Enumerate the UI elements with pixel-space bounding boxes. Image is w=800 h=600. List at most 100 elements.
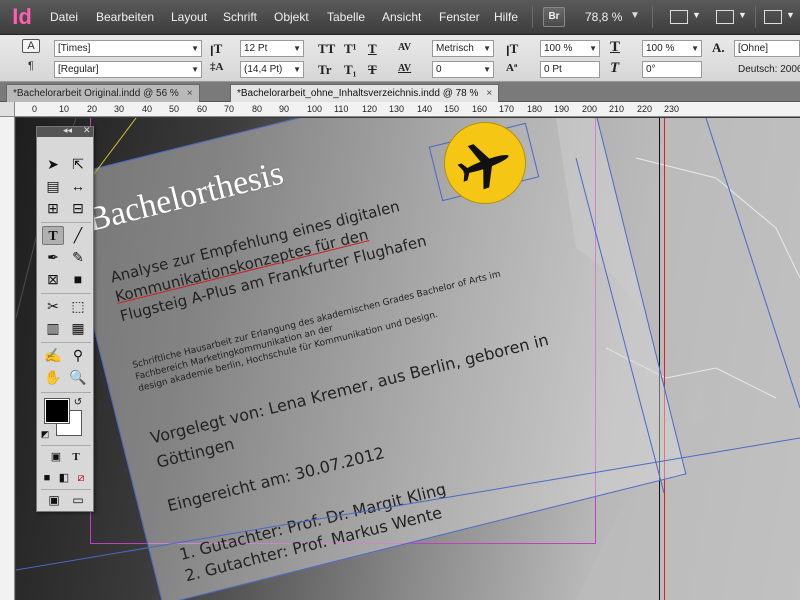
vertical-scale-field[interactable]: 100 % ▼ <box>540 40 600 57</box>
leading-field[interactable]: (14,4 Pt) ▼ <box>240 61 304 78</box>
menu-bearbeiten[interactable]: Bearbeiten <box>96 10 154 24</box>
fill-color-swatch[interactable] <box>44 398 70 424</box>
type-tool-icon[interactable]: T <box>42 226 64 245</box>
character-style-value: [Ohne] <box>738 43 769 54</box>
kerning-field[interactable]: Metrisch ▼ <box>432 40 494 57</box>
view-options-button[interactable]: ▼ <box>668 7 702 27</box>
rectangle-tool-icon[interactable]: ■ <box>67 270 89 289</box>
all-caps-button[interactable]: TT <box>318 41 335 57</box>
ruler-tick: 180 <box>527 104 543 114</box>
ruler-tick: 190 <box>554 104 570 114</box>
tools-panel-header[interactable]: ◂◂ ✕ <box>37 125 93 137</box>
horizontal-scale-value: 100 % <box>646 43 675 54</box>
content-placer-icon[interactable]: ⊟ <box>67 199 89 218</box>
apply-color-icon[interactable]: ■ <box>39 469 55 488</box>
zoom-dropdown-icon[interactable]: ▼ <box>630 10 640 21</box>
ruler-tick: 150 <box>444 104 460 114</box>
selection-tool-icon[interactable]: ➤ <box>42 155 64 174</box>
tracking-field[interactable]: 0 ▼ <box>432 61 494 78</box>
vertical-scale-value: 100 % <box>544 43 573 54</box>
formatting-text-icon[interactable]: T <box>65 448 87 467</box>
subscript-button[interactable]: T₁ <box>344 62 357 78</box>
zoom-level[interactable]: 78,8 % <box>585 10 622 24</box>
eyedropper-tool-icon[interactable]: ⚲ <box>67 346 89 365</box>
ruler-tick: 220 <box>637 104 653 114</box>
gradient-swatch-tool-icon[interactable]: ▥ <box>42 319 64 338</box>
swap-colors-icon[interactable]: ↺ <box>71 393 85 412</box>
kerning-icon: AV <box>398 42 412 53</box>
menu-hilfe[interactable]: Hilfe <box>494 10 518 24</box>
gradient-feather-tool-icon[interactable]: ▦ <box>67 319 89 338</box>
skew-value: 0° <box>646 64 656 75</box>
menu-tabelle[interactable]: Tabelle <box>327 10 365 24</box>
scissors-tool-icon[interactable]: ✂ <box>42 297 64 316</box>
paragraph-mode-icon[interactable]: ¶ <box>24 60 38 72</box>
menu-ansicht[interactable]: Ansicht <box>382 10 421 24</box>
tab-bachelorarbeit-ohne-inhaltsverzeichnis[interactable]: *Bachelorarbeit_ohne_Inhaltsverzeichnis.… <box>230 84 500 102</box>
apply-gradient-icon[interactable]: ◧ <box>56 469 72 488</box>
language-select[interactable]: Deutsch: 2006 <box>738 64 800 75</box>
note-tool-icon[interactable]: ✍ <box>42 346 64 365</box>
ruler-tick: 200 <box>582 104 598 114</box>
superscript-button[interactable]: T¹ <box>344 41 357 57</box>
font-size-field[interactable]: 12 Pt ▼ <box>240 40 304 57</box>
character-style-select[interactable]: [Ohne] <box>734 40 800 57</box>
pencil-tool-icon[interactable]: ✎ <box>67 248 89 267</box>
vertical-ruler[interactable] <box>0 102 15 600</box>
menu-datei[interactable]: Datei <box>50 10 78 24</box>
bridge-button[interactable]: Br <box>543 7 565 27</box>
tools-panel: ◂◂ ✕ ➤ ⇱ ▤ ↔ ⊞ ⊟ T ╱ ✒ ✎ ⊠ ■ ✂ ⬚ ▥ ▦ ✍ ⚲… <box>36 125 94 512</box>
close-icon[interactable]: × <box>187 88 193 99</box>
font-size-value: 12 Pt <box>244 43 268 54</box>
pen-tool-icon[interactable]: ✒ <box>42 248 64 267</box>
normal-view-mode-icon[interactable]: ▣ <box>43 491 65 510</box>
tool-separator <box>41 445 91 446</box>
gap-tool-icon[interactable]: ↔ <box>67 177 89 196</box>
font-style-select[interactable]: [Regular] ▼ <box>54 61 202 78</box>
free-transform-tool-icon[interactable]: ⬚ <box>67 297 89 316</box>
underline-button[interactable]: T <box>368 41 377 57</box>
ruler-tick: 50 <box>169 104 180 114</box>
menu-schrift[interactable]: Schrift <box>223 10 257 24</box>
pasteboard[interactable]: Bachelorthesis Analyse zur Empfehlung ei… <box>16 118 800 600</box>
menu-layout[interactable]: Layout <box>171 10 207 24</box>
font-style-value: [Regular] <box>58 64 99 75</box>
close-icon[interactable]: ✕ <box>83 125 91 136</box>
ruler-origin[interactable] <box>0 102 15 117</box>
screen-mode-icon[interactable]: ▭ <box>67 491 89 510</box>
rectangle-frame-tool-icon[interactable]: ⊠ <box>42 270 64 289</box>
ruler-tick: 60 <box>197 104 208 114</box>
character-mode-icon[interactable]: A <box>22 39 40 53</box>
menu-objekt[interactable]: Objekt <box>274 10 309 24</box>
baseline-shift-field[interactable]: 0 Pt <box>540 61 600 78</box>
collapse-icon[interactable]: ◂◂ <box>63 125 72 136</box>
apply-none-icon[interactable]: ⧄ <box>73 469 89 488</box>
horizontal-scale-field[interactable]: 100 % ▼ <box>642 40 702 57</box>
content-collector-icon[interactable]: ⊞ <box>42 199 64 218</box>
menu-separator <box>755 6 756 28</box>
default-colors-icon[interactable]: ◩ <box>39 425 51 444</box>
close-icon[interactable]: × <box>486 88 492 99</box>
zoom-tool-icon[interactable]: 🔍 <box>67 368 89 387</box>
strikethrough-button[interactable]: T <box>368 62 377 78</box>
horizontal-ruler[interactable]: 0 10 20 30 40 50 60 70 80 90 100 110 120… <box>15 102 800 117</box>
page-tool-icon[interactable]: ▤ <box>42 177 64 196</box>
hand-tool-icon[interactable]: ✋ <box>42 368 64 387</box>
formatting-container-icon[interactable]: ▣ <box>45 448 67 467</box>
arrange-documents-button[interactable]: ▼ <box>762 7 796 27</box>
screen-mode-button[interactable]: ▼ <box>714 7 748 27</box>
ruler-tick: 140 <box>417 104 433 114</box>
line-tool-icon[interactable]: ╱ <box>67 226 89 245</box>
font-family-select[interactable]: [Times] ▼ <box>54 40 202 57</box>
chevron-down-icon: ▼ <box>483 44 491 53</box>
view-options-icon <box>670 10 688 24</box>
menu-fenster[interactable]: Fenster <box>439 10 480 24</box>
control-panel: A ¶ [Times] ▼ [Regular] ▼ ꞁT 12 Pt ▼ ‡A (14… <box>0 35 800 82</box>
tab-bachelorarbeit-original[interactable]: *Bachelorarbeit Original.indd @ 56 % × <box>6 84 200 102</box>
menu-bar: Id Datei Bearbeiten Layout Schrift Objek… <box>0 0 800 35</box>
document-tabs: *Bachelorarbeit Original.indd @ 56 % × *B… <box>0 82 800 102</box>
small-caps-button[interactable]: Tr <box>318 62 331 78</box>
direct-selection-tool-icon[interactable]: ⇱ <box>67 155 89 174</box>
skew-field[interactable]: 0° <box>642 61 702 78</box>
app-logo: Id <box>12 4 32 29</box>
